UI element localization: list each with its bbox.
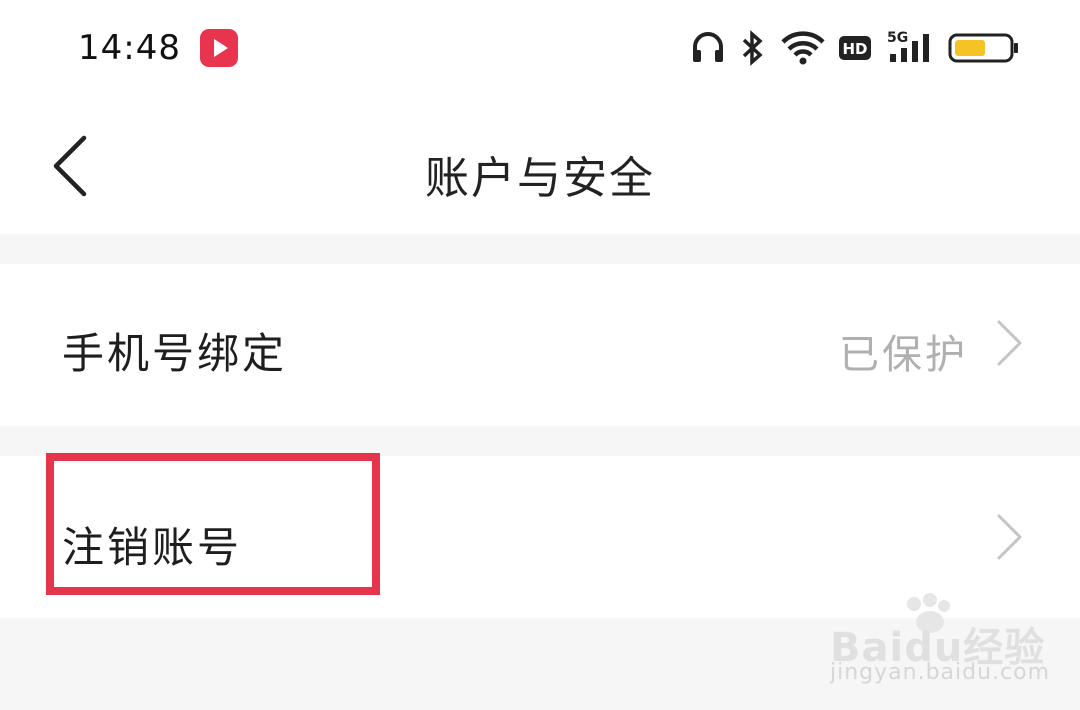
page-header: 账户与安全 <box>0 100 1080 234</box>
headphones-icon <box>690 28 726 68</box>
page-title: 账户与安全 <box>425 153 655 204</box>
chevron-right-icon <box>997 320 1022 366</box>
battery-icon <box>948 28 1020 68</box>
status-bar: 14:48 HD 5G <box>0 0 1080 100</box>
bluetooth-icon <box>740 28 764 68</box>
hd-icon: HD <box>838 28 872 68</box>
signal-5g-icon: 5G <box>886 28 938 68</box>
network-label: 5G <box>887 30 908 46</box>
chevron-right-icon <box>997 514 1022 560</box>
highlight-annotation-box <box>46 453 380 595</box>
watermark-url: jingyan.baidu.com <box>830 660 1051 685</box>
wifi-icon <box>780 28 826 68</box>
status-time: 14:48 <box>78 28 181 68</box>
app-badge-icon <box>200 29 238 67</box>
phone-binding-label: 手机号绑定 <box>62 329 288 378</box>
phone-binding-status: 已保护 <box>839 332 968 378</box>
hd-label: HD <box>842 40 867 58</box>
phone-binding-row[interactable]: 手机号绑定 已保护 <box>0 264 1080 426</box>
